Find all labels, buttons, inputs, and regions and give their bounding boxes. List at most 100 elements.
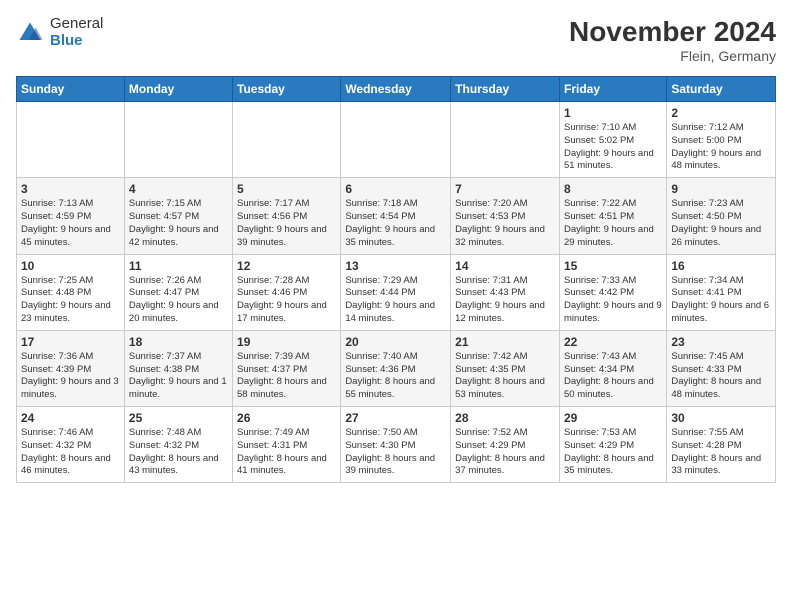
calendar-table: SundayMondayTuesdayWednesdayThursdayFrid… xyxy=(16,76,776,483)
calendar-cell: 29Sunrise: 7:53 AM Sunset: 4:29 PM Dayli… xyxy=(559,407,666,483)
calendar-cell xyxy=(124,102,232,178)
calendar-cell: 5 Sunrise: 7:17 AM Sunset: 4:56 PM Daylig… xyxy=(233,178,341,254)
day-number: 25 xyxy=(129,411,228,425)
day-info: Sunrise: 7:25 AM Sunset: 4:48 PM Dayligh… xyxy=(21,275,120,326)
calendar-cell xyxy=(17,102,125,178)
day-info: Sunrise: 7:26 AM Sunset: 4:47 PM Dayligh… xyxy=(129,275,228,326)
day-number: 3 xyxy=(21,182,120,196)
day-number: 2 xyxy=(671,106,771,120)
day-number: 18 xyxy=(129,335,228,349)
logo-blue-text: Blue xyxy=(50,33,103,50)
calendar-body: 1 Sunrise: 7:10 AM Sunset: 5:02 PM Daylig… xyxy=(17,102,776,483)
day-number: 27 xyxy=(345,411,446,425)
day-number: 10 xyxy=(21,259,120,273)
day-number: 15 xyxy=(564,259,662,273)
day-info: Sunrise: 7:34 AM Sunset: 4:41 PM Dayligh… xyxy=(671,275,771,326)
calendar-cell: 27 Sunrise: 7:50 AM Sunset: 4:30 PM Dayli… xyxy=(341,407,451,483)
week-row-5: 24Sunrise: 7:46 AM Sunset: 4:32 PM Dayli… xyxy=(17,407,776,483)
day-info: Sunrise: 7:43 AM Sunset: 4:34 PM Dayligh… xyxy=(564,351,662,402)
calendar-cell: 26 Sunrise: 7:49 AM Sunset: 4:31 PM Dayli… xyxy=(233,407,341,483)
day-number: 29 xyxy=(564,411,662,425)
calendar-cell: 3 Sunrise: 7:13 AM Sunset: 4:59 PM Daylig… xyxy=(17,178,125,254)
day-number: 20 xyxy=(345,335,446,349)
header-day-sunday: Sunday xyxy=(17,77,125,102)
day-info: Sunrise: 7:40 AM Sunset: 4:36 PM Dayligh… xyxy=(345,351,446,402)
day-info: Sunrise: 7:33 AM Sunset: 4:42 PM Dayligh… xyxy=(564,275,662,326)
day-info: Sunrise: 7:23 AM Sunset: 4:50 PM Dayligh… xyxy=(671,198,771,249)
day-number: 7 xyxy=(455,182,555,196)
calendar-cell: 25 Sunrise: 7:48 AM Sunset: 4:32 PM Dayli… xyxy=(124,407,232,483)
day-info: Sunrise: 7:45 AM Sunset: 4:33 PM Dayligh… xyxy=(671,351,771,402)
day-info: Sunrise: 7:48 AM Sunset: 4:32 PM Dayligh… xyxy=(129,427,228,478)
day-info: Sunrise: 7:42 AM Sunset: 4:35 PM Dayligh… xyxy=(455,351,555,402)
day-info: Sunrise: 7:17 AM Sunset: 4:56 PM Dayligh… xyxy=(237,198,336,249)
day-number: 12 xyxy=(237,259,336,273)
day-number: 22 xyxy=(564,335,662,349)
day-number: 14 xyxy=(455,259,555,273)
day-number: 16 xyxy=(671,259,771,273)
calendar-cell: 16 Sunrise: 7:34 AM Sunset: 4:41 PM Dayli… xyxy=(667,254,776,330)
day-number: 5 xyxy=(237,182,336,196)
calendar-cell: 2 Sunrise: 7:12 AM Sunset: 5:00 PM Daylig… xyxy=(667,102,776,178)
header-day-wednesday: Wednesday xyxy=(341,77,451,102)
calendar-cell: 6 Sunrise: 7:18 AM Sunset: 4:54 PM Daylig… xyxy=(341,178,451,254)
week-row-1: 1 Sunrise: 7:10 AM Sunset: 5:02 PM Daylig… xyxy=(17,102,776,178)
day-number: 13 xyxy=(345,259,446,273)
calendar-cell: 23 Sunrise: 7:45 AM Sunset: 4:33 PM Dayli… xyxy=(667,330,776,406)
header-day-thursday: Thursday xyxy=(451,77,560,102)
calendar-cell: 4Sunrise: 7:15 AM Sunset: 4:57 PM Daylig… xyxy=(124,178,232,254)
day-number: 4 xyxy=(129,182,228,196)
day-number: 26 xyxy=(237,411,336,425)
day-info: Sunrise: 7:49 AM Sunset: 4:31 PM Dayligh… xyxy=(237,427,336,478)
day-info: Sunrise: 7:28 AM Sunset: 4:46 PM Dayligh… xyxy=(237,275,336,326)
day-number: 6 xyxy=(345,182,446,196)
day-number: 17 xyxy=(21,335,120,349)
calendar-cell: 8 Sunrise: 7:22 AM Sunset: 4:51 PM Daylig… xyxy=(559,178,666,254)
calendar-cell: 12 Sunrise: 7:28 AM Sunset: 4:46 PM Dayli… xyxy=(233,254,341,330)
calendar-title: November 2024 xyxy=(569,16,776,48)
day-info: Sunrise: 7:13 AM Sunset: 4:59 PM Dayligh… xyxy=(21,198,120,249)
calendar-cell xyxy=(341,102,451,178)
day-info: Sunrise: 7:36 AM Sunset: 4:39 PM Dayligh… xyxy=(21,351,120,402)
day-number: 23 xyxy=(671,335,771,349)
calendar-cell: 10 Sunrise: 7:25 AM Sunset: 4:48 PM Dayli… xyxy=(17,254,125,330)
day-info: Sunrise: 7:10 AM Sunset: 5:02 PM Dayligh… xyxy=(564,122,662,173)
header-day-monday: Monday xyxy=(124,77,232,102)
calendar-cell: 11 Sunrise: 7:26 AM Sunset: 4:47 PM Dayli… xyxy=(124,254,232,330)
header-day-friday: Friday xyxy=(559,77,666,102)
day-info: Sunrise: 7:18 AM Sunset: 4:54 PM Dayligh… xyxy=(345,198,446,249)
calendar-cell: 1 Sunrise: 7:10 AM Sunset: 5:02 PM Daylig… xyxy=(559,102,666,178)
header-day-saturday: Saturday xyxy=(667,77,776,102)
calendar-cell: 30 Sunrise: 7:55 AM Sunset: 4:28 PM Dayli… xyxy=(667,407,776,483)
calendar-cell: 20 Sunrise: 7:40 AM Sunset: 4:36 PM Dayli… xyxy=(341,330,451,406)
week-row-4: 17 Sunrise: 7:36 AM Sunset: 4:39 PM Dayli… xyxy=(17,330,776,406)
day-info: Sunrise: 7:46 AM Sunset: 4:32 PM Dayligh… xyxy=(21,427,120,478)
header-row: SundayMondayTuesdayWednesdayThursdayFrid… xyxy=(17,77,776,102)
logo-icon xyxy=(16,19,44,47)
logo: General Blue xyxy=(16,16,103,49)
day-info: Sunrise: 7:22 AM Sunset: 4:51 PM Dayligh… xyxy=(564,198,662,249)
day-number: 1 xyxy=(564,106,662,120)
calendar-cell: 15 Sunrise: 7:33 AM Sunset: 4:42 PM Dayli… xyxy=(559,254,666,330)
day-number: 30 xyxy=(671,411,771,425)
day-info: Sunrise: 7:29 AM Sunset: 4:44 PM Dayligh… xyxy=(345,275,446,326)
logo-general-text: General xyxy=(50,16,103,33)
day-info: Sunrise: 7:50 AM Sunset: 4:30 PM Dayligh… xyxy=(345,427,446,478)
calendar-cell xyxy=(233,102,341,178)
calendar-cell: 7Sunrise: 7:20 AM Sunset: 4:53 PM Daylig… xyxy=(451,178,560,254)
calendar-cell: 17 Sunrise: 7:36 AM Sunset: 4:39 PM Dayli… xyxy=(17,330,125,406)
day-info: Sunrise: 7:12 AM Sunset: 5:00 PM Dayligh… xyxy=(671,122,771,173)
day-number: 19 xyxy=(237,335,336,349)
calendar-cell: 9Sunrise: 7:23 AM Sunset: 4:50 PM Daylig… xyxy=(667,178,776,254)
day-number: 28 xyxy=(455,411,555,425)
day-number: 11 xyxy=(129,259,228,273)
calendar-header: SundayMondayTuesdayWednesdayThursdayFrid… xyxy=(17,77,776,102)
day-number: 8 xyxy=(564,182,662,196)
calendar-subtitle: Flein, Germany xyxy=(569,48,776,64)
calendar-cell: 24Sunrise: 7:46 AM Sunset: 4:32 PM Dayli… xyxy=(17,407,125,483)
calendar-cell: 28Sunrise: 7:52 AM Sunset: 4:29 PM Dayli… xyxy=(451,407,560,483)
calendar-cell: 19Sunrise: 7:39 AM Sunset: 4:37 PM Dayli… xyxy=(233,330,341,406)
calendar-cell: 21Sunrise: 7:42 AM Sunset: 4:35 PM Dayli… xyxy=(451,330,560,406)
week-row-2: 3 Sunrise: 7:13 AM Sunset: 4:59 PM Daylig… xyxy=(17,178,776,254)
day-info: Sunrise: 7:55 AM Sunset: 4:28 PM Dayligh… xyxy=(671,427,771,478)
